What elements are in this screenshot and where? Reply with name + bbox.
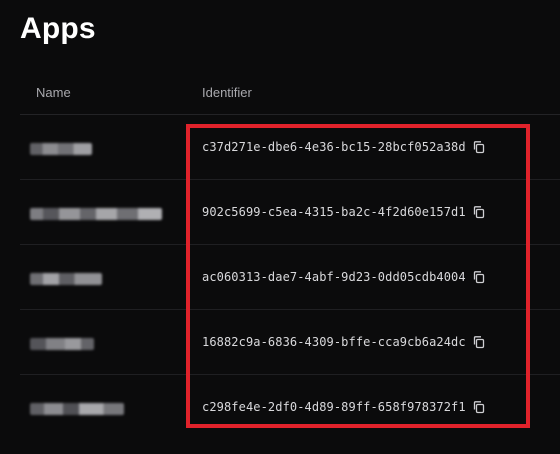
- identifier-cell: c298fe4e-2df0-4d89-89ff-658f978372f1: [202, 375, 486, 439]
- app-identifier: 16882c9a-6836-4309-bffe-cca9cb6a24dc: [202, 335, 466, 349]
- app-identifier: c37d271e-dbe6-4e36-bc15-28bcf052a38d: [202, 140, 466, 154]
- identifier-cell: ac060313-dae7-4abf-9d23-0dd05cdb4004: [202, 245, 486, 309]
- column-header-name: Name: [36, 84, 71, 100]
- redacted-app-name: [30, 273, 102, 285]
- table-row: c37d271e-dbe6-4e36-bc15-28bcf052a38d: [20, 115, 560, 180]
- copy-icon[interactable]: [472, 400, 486, 414]
- copy-icon[interactable]: [472, 140, 486, 154]
- identifier-cell: 16882c9a-6836-4309-bffe-cca9cb6a24dc: [202, 310, 486, 374]
- redacted-app-name: [30, 338, 94, 350]
- app-identifier: 902c5699-c5ea-4315-ba2c-4f2d60e157d1: [202, 205, 466, 219]
- redacted-app-name: [30, 403, 124, 415]
- identifier-cell: 902c5699-c5ea-4315-ba2c-4f2d60e157d1: [202, 180, 486, 244]
- copy-icon[interactable]: [472, 205, 486, 219]
- redacted-app-name: [30, 143, 92, 155]
- copy-icon[interactable]: [472, 335, 486, 349]
- table-row: 16882c9a-6836-4309-bffe-cca9cb6a24dc: [20, 310, 560, 375]
- column-header-identifier: Identifier: [202, 84, 252, 100]
- redacted-app-name: [30, 208, 162, 220]
- app-identifier: ac060313-dae7-4abf-9d23-0dd05cdb4004: [202, 270, 466, 284]
- table-row: ac060313-dae7-4abf-9d23-0dd05cdb4004: [20, 245, 560, 310]
- copy-icon[interactable]: [472, 270, 486, 284]
- identifier-cell: c37d271e-dbe6-4e36-bc15-28bcf052a38d: [202, 115, 486, 179]
- table-header: Name Identifier: [20, 70, 560, 115]
- table-row: c298fe4e-2df0-4d89-89ff-658f978372f1: [20, 375, 560, 439]
- page-title: Apps: [20, 12, 96, 45]
- app-identifier: c298fe4e-2df0-4d89-89ff-658f978372f1: [202, 400, 466, 414]
- table-row: 902c5699-c5ea-4315-ba2c-4f2d60e157d1: [20, 180, 560, 245]
- apps-table: Name Identifier c37d271e-dbe6-4e36-bc15-…: [20, 70, 560, 439]
